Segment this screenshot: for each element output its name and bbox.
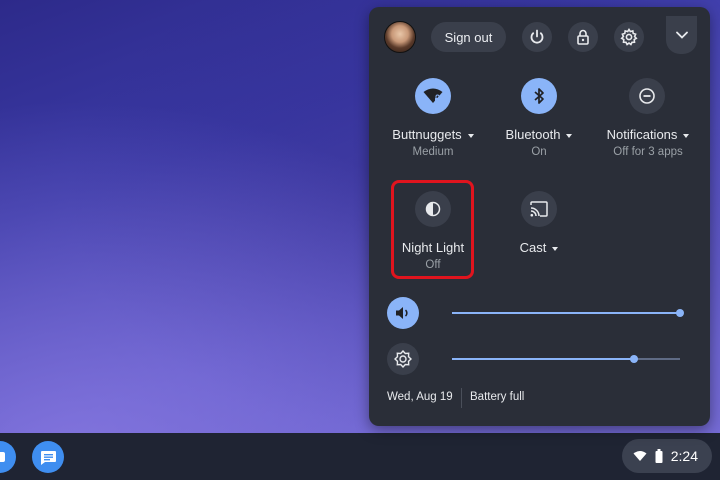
night-light-status: Off	[425, 259, 441, 271]
avatar[interactable]	[384, 21, 416, 53]
cast-toggle-button[interactable]	[521, 191, 557, 227]
sign-out-button[interactable]: Sign out	[431, 22, 506, 52]
shelf	[0, 433, 720, 480]
notifications-status: Off for 3 apps	[613, 146, 683, 158]
caret-down-icon	[683, 133, 690, 138]
gear-icon	[620, 28, 638, 46]
bluetooth-status: On	[531, 146, 547, 158]
volume-slider-thumb[interactable]	[675, 309, 684, 317]
wifi-toggle-button[interactable]	[415, 78, 451, 114]
bluetooth-icon	[534, 88, 544, 104]
lock-icon	[577, 29, 589, 45]
do-not-disturb-icon	[639, 88, 655, 104]
night-light-icon	[425, 201, 441, 217]
status-area-button[interactable]: 2:24	[622, 439, 712, 473]
bluetooth-label: Bluetooth	[505, 127, 561, 142]
notifications-toggle-button[interactable]	[629, 78, 665, 114]
volume-slider-track[interactable]	[452, 312, 680, 314]
settings-button[interactable]	[614, 22, 644, 52]
cast-label: Cast	[519, 240, 547, 255]
power-button[interactable]	[522, 22, 552, 52]
night-light-label: Night Light	[401, 240, 465, 255]
brightness-slider-thumb[interactable]	[629, 355, 638, 363]
app-icon	[0, 452, 5, 462]
messages-app-button[interactable]	[32, 441, 64, 473]
message-icon	[41, 451, 56, 465]
wifi-signal-strength: Medium	[412, 146, 454, 158]
collapse-button[interactable]	[666, 16, 697, 54]
caret-down-icon	[566, 133, 573, 138]
volume-icon	[396, 307, 408, 319]
night-light-toggle-button[interactable]	[415, 191, 451, 227]
power-icon	[530, 29, 544, 44]
brightness-icon	[394, 350, 412, 368]
wifi-status-icon	[633, 451, 647, 461]
bluetooth-toggle-button[interactable]	[521, 78, 557, 114]
date-label[interactable]: Wed, Aug 19	[387, 391, 453, 403]
clock-time: 2:24	[670, 448, 698, 464]
wifi-tile-label[interactable]: Buttnuggets	[387, 127, 479, 142]
brightness-slider-filled[interactable]	[452, 358, 634, 360]
mute-button[interactable]	[387, 297, 419, 329]
caret-down-icon	[467, 133, 474, 138]
brightness-slider-rest[interactable]	[633, 358, 680, 360]
footer-divider	[461, 388, 462, 408]
wifi-network-name: Buttnuggets	[392, 127, 462, 142]
notifications-label: Notifications	[606, 127, 678, 142]
brightness-button	[387, 343, 419, 375]
bluetooth-tile-label[interactable]: Bluetooth	[493, 127, 585, 142]
caret-down-icon	[552, 246, 559, 251]
cast-tile-label[interactable]: Cast	[493, 240, 585, 255]
battery-status[interactable]: Battery full	[470, 391, 524, 403]
wifi-icon	[423, 88, 443, 103]
lock-button[interactable]	[568, 22, 598, 52]
chevron-down-icon	[675, 31, 688, 39]
battery-icon	[655, 449, 663, 463]
notifications-tile-label[interactable]: Notifications	[597, 127, 699, 142]
cast-icon	[530, 201, 548, 217]
